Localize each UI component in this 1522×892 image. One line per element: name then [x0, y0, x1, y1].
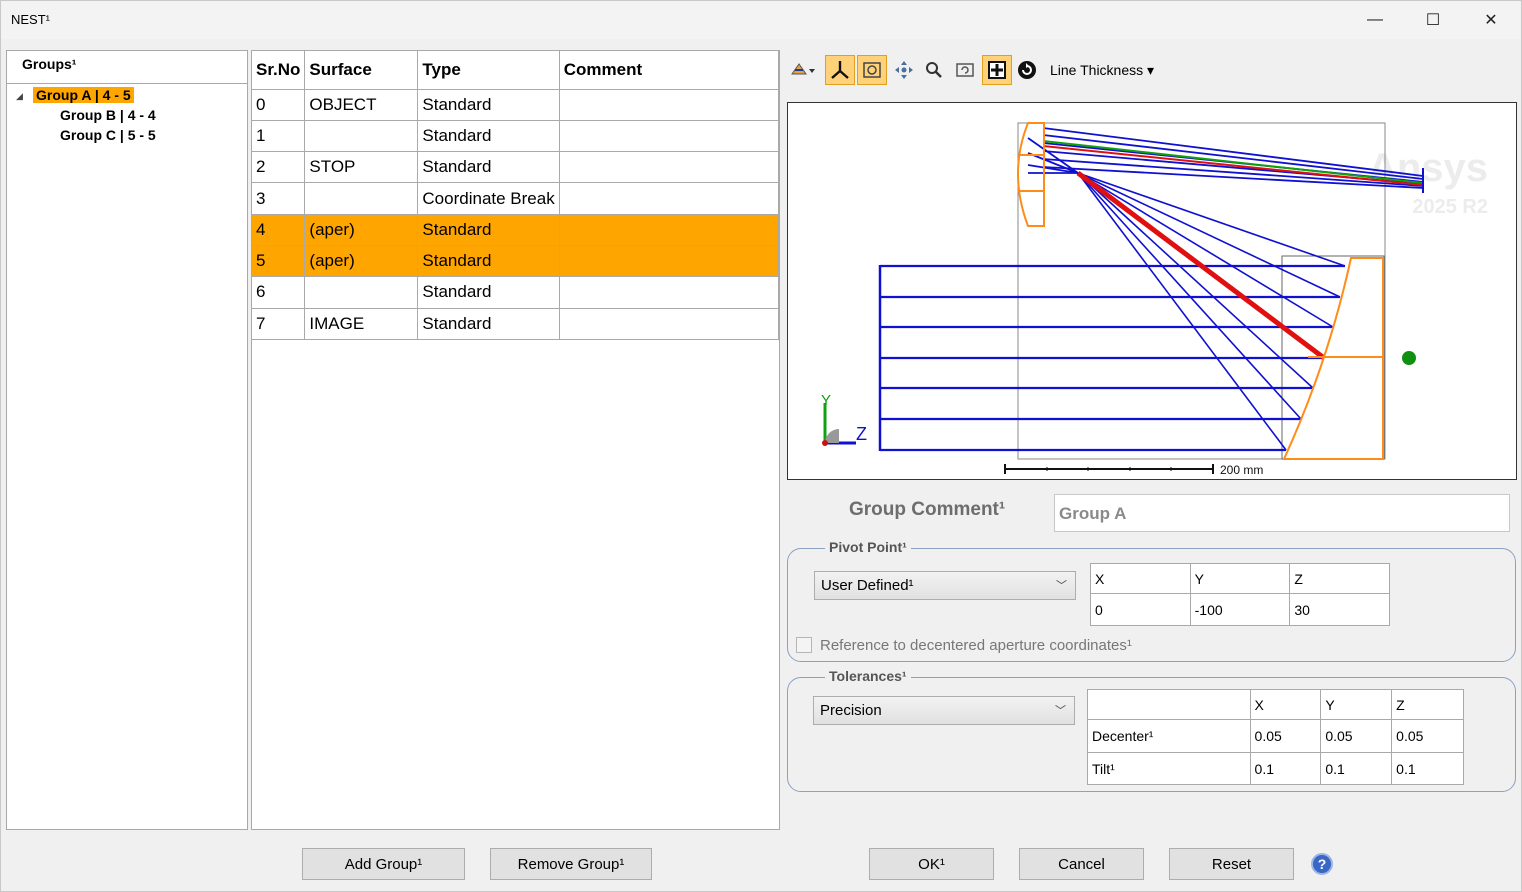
pivot-mode-dropdown[interactable]: User Defined¹ ﹀ [814, 571, 1076, 600]
groups-header: Groups¹ [7, 51, 247, 84]
axis-gizmo: Y Z [821, 392, 867, 446]
tree-item-group-c[interactable]: Group C | 5 - 5 [60, 127, 156, 143]
table-row[interactable]: 3 Coordinate Break [252, 182, 780, 215]
minimize-button[interactable]: — [1346, 1, 1404, 39]
watermark-version: 2025 R2 [1412, 196, 1488, 218]
tolerance-header-x: X [1249, 689, 1322, 720]
add-group-button[interactable]: Add Group¹ [302, 848, 465, 880]
tolerances-table: X Y Z Decenter¹ 0.05 0.05 0.05 Tilt¹ 0.1… [1087, 689, 1464, 785]
tolerances-legend: Tolerances¹ [825, 668, 911, 684]
axis-z-label: Z [856, 424, 867, 444]
reference-decentered-label: Reference to decentered aperture coordin… [820, 637, 1132, 654]
pan-icon[interactable] [889, 55, 919, 85]
tilt-x-input[interactable]: 0.1 [1249, 752, 1322, 785]
pivot-point-legend: Pivot Point¹ [825, 539, 911, 555]
table-row[interactable]: 1 Standard [252, 119, 780, 153]
collapse-arrow-icon[interactable]: ◢ [16, 91, 23, 102]
rotate-icon[interactable] [950, 55, 980, 85]
decenter-label: Decenter¹ [1087, 719, 1251, 753]
zoom-icon[interactable] [919, 55, 949, 85]
tolerance-mode-dropdown[interactable]: Precision ﹀ [813, 696, 1075, 725]
column-header-comment[interactable]: Comment [558, 51, 780, 90]
table-row-highlighted[interactable]: 5 (aper) Standard [252, 244, 780, 278]
maximize-button[interactable]: ☐ [1404, 1, 1462, 39]
column-header-type[interactable]: Type [417, 51, 560, 90]
column-header-surface[interactable]: Surface [304, 51, 419, 90]
pivot-coordinates-table: X Y Z 0 -100 30 [1090, 563, 1390, 626]
surface-table: Sr.No Surface Type Comment 0 OBJECT Standa… [252, 51, 780, 340]
table-row[interactable]: 6 Standard [252, 276, 780, 309]
reference-decentered-checkbox[interactable] [796, 637, 812, 653]
tree-item-group-a[interactable]: Group A | 4 - 5 [33, 87, 134, 103]
ok-button[interactable]: OK¹ [869, 848, 994, 880]
scale-bar: 200 mm [1004, 463, 1263, 477]
table-row[interactable]: 0 OBJECT Standard [252, 88, 780, 121]
tree-item-group-b[interactable]: Group B | 4 - 4 [60, 107, 156, 123]
layout-viewer[interactable]: Ansys 2025 R2 Y Z 200 mm [787, 102, 1517, 480]
title-bar: NEST¹ — ☐ ✕ [1, 1, 1521, 39]
reset-button[interactable]: Reset [1169, 848, 1294, 880]
table-row[interactable]: 7 IMAGE Standard [252, 307, 780, 340]
zoom-fit-icon[interactable] [857, 55, 887, 85]
cancel-button[interactable]: Cancel [1019, 848, 1144, 880]
table-row[interactable]: 2 STOP Standard [252, 151, 780, 184]
fit-to-window-icon[interactable] [982, 55, 1012, 85]
refresh-icon[interactable] [1012, 55, 1042, 85]
window-title: NEST¹ [11, 12, 50, 27]
chevron-down-icon: ﹀ [1056, 580, 1067, 592]
tolerance-header-z: Z [1391, 689, 1464, 720]
pivot-header-z: Z [1289, 563, 1390, 594]
axes-icon[interactable] [825, 55, 855, 85]
pivot-z-input[interactable]: 30 [1289, 593, 1390, 626]
pivot-y-input[interactable]: -100 [1189, 593, 1291, 626]
decenter-y-input[interactable]: 0.05 [1320, 719, 1393, 753]
column-header-srno[interactable]: Sr.No [252, 51, 306, 90]
pivot-header-x: X [1090, 563, 1191, 594]
decenter-x-input[interactable]: 0.05 [1249, 719, 1322, 753]
tilt-z-input[interactable]: 0.1 [1391, 752, 1464, 785]
pivot-x-input[interactable]: 0 [1090, 593, 1191, 626]
group-comment-label: Group Comment¹ [849, 499, 1006, 520]
group-comment-field[interactable]: Group A [1054, 494, 1510, 532]
viewer-toolbar: Line Thickness ▾ [787, 55, 1187, 87]
pivot-header-y: Y [1189, 563, 1291, 594]
axis-y-label: Y [821, 392, 831, 409]
chevron-down-icon: ﹀ [1055, 705, 1066, 717]
remove-group-button[interactable]: Remove Group¹ [490, 848, 652, 880]
tolerance-header-blank [1087, 689, 1251, 720]
scale-label: 200 mm [1220, 463, 1263, 477]
layout-drawing: Ansys 2025 R2 Y Z 200 mm [821, 122, 1488, 477]
groups-panel: Groups¹ ◢ Group A | 4 - 5 Group B | 4 - … [6, 50, 248, 830]
pivot-marker [1402, 351, 1416, 365]
tilt-label: Tilt¹ [1087, 752, 1251, 785]
decenter-z-input[interactable]: 0.05 [1391, 719, 1464, 753]
tilt-y-input[interactable]: 0.1 [1320, 752, 1393, 785]
table-row-highlighted[interactable]: 4 (aper) Standard [252, 213, 780, 246]
line-thickness-dropdown[interactable]: Line Thickness ▾ [1050, 62, 1154, 79]
close-button[interactable]: ✕ [1462, 1, 1520, 39]
surface-table-panel: Sr.No Surface Type Comment 0 OBJECT Standa… [251, 50, 780, 830]
tolerance-header-y: Y [1320, 689, 1393, 720]
nest-window: NEST¹ — ☐ ✕ Groups¹ ◢ Group A | 4 - 5 Gr… [0, 0, 1522, 892]
help-icon[interactable]: ? [1311, 853, 1333, 875]
render-mode-icon[interactable] [787, 55, 817, 85]
